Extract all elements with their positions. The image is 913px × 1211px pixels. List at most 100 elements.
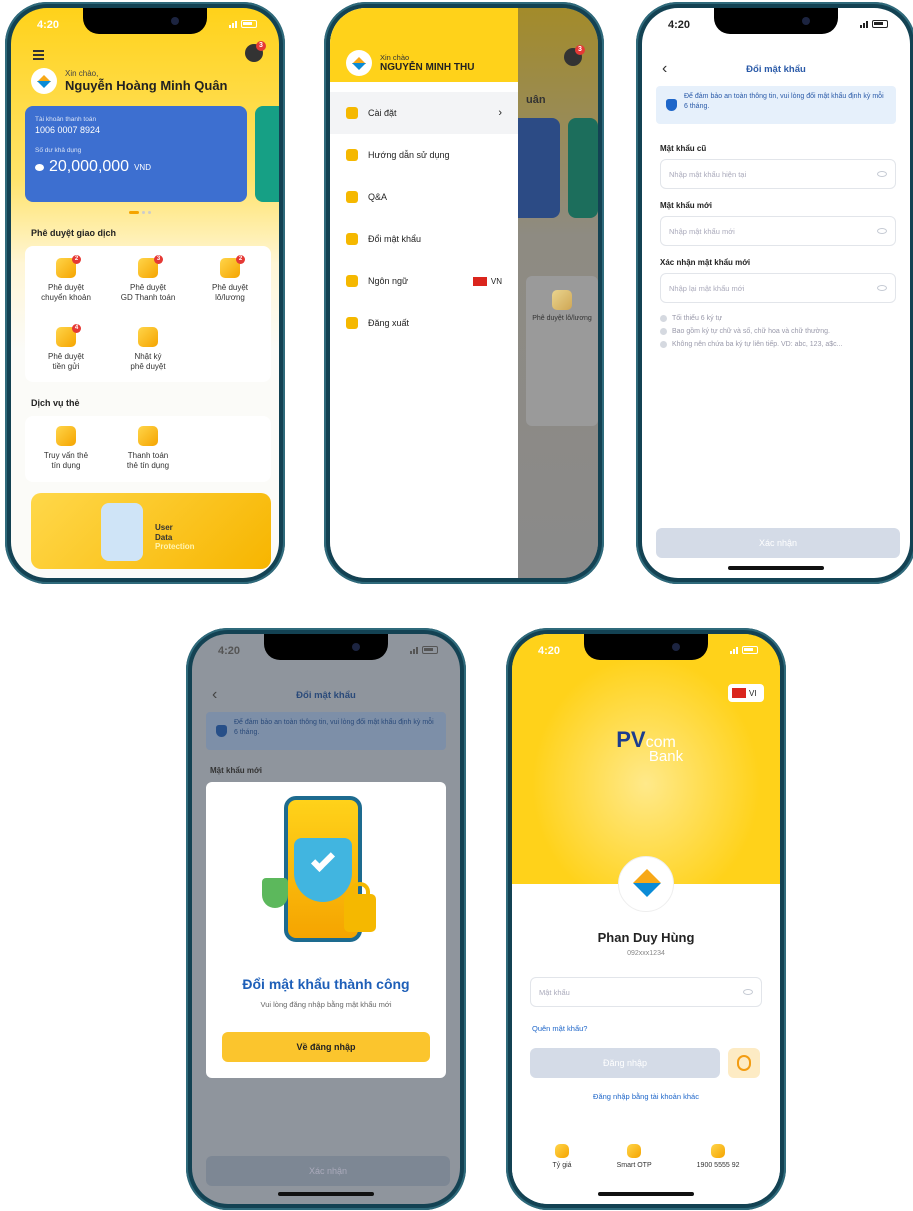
other-account-link[interactable]: Đăng nhập bằng tài khoản khác (512, 1092, 780, 1101)
confirm-password-label: Xác nhận mật khẩu mới (660, 258, 751, 267)
eye-icon[interactable] (35, 163, 44, 171)
card-service-icon (138, 426, 158, 446)
chevron-right-icon: › (498, 107, 502, 119)
approval-tile[interactable]: 2 Phê duyệt chuyển khoản (25, 255, 107, 313)
tile-label-1: Thanh toán (127, 451, 169, 460)
tile-label-2: phê duyệt (130, 362, 166, 371)
tile-label-1: Phê duyệt (211, 283, 249, 292)
notch (714, 8, 838, 34)
approval-icon: 2 (56, 255, 81, 278)
footer-item[interactable]: Smart OTP (617, 1144, 652, 1171)
card-service-tile[interactable]: Thanh toán thẻ tín dụng (107, 426, 189, 482)
tile-label-2: tín dụng (51, 461, 81, 470)
approval-grid: 2 Phê duyệt chuyển khoản 3 Phê duyệt GD Thanh… (25, 246, 271, 382)
badge: 3 (154, 255, 163, 264)
status-icons (860, 20, 888, 28)
status-icons (730, 646, 758, 654)
book-icon (346, 149, 358, 161)
menu-item[interactable]: Hướng dẫn sử dụng (330, 134, 518, 176)
tile-label-1: Phê duyệt (129, 283, 167, 292)
shield-icon (666, 99, 677, 111)
tile-label-1: Truy vấn thẻ (43, 451, 89, 460)
notice-text: Để đảm bảo an toàn thông tin, vui lòng đ… (684, 93, 884, 110)
rule-text: Tối thiểu 6 ký tự (672, 315, 723, 322)
tile-label-2: tiền gửi (52, 362, 80, 371)
rule-text: Bao gồm ký tự chữ và số, chữ hoa và chữ … (672, 328, 830, 335)
tile-label-2: GD Thanh toán (120, 293, 176, 302)
shield-check-icon (294, 838, 352, 902)
user-name: Phan Duy Hùng (597, 930, 695, 945)
phone-success: 4:20 ‹ Đổi mật khẩu Để đảm bảo an toàn t… (186, 628, 466, 1210)
menu-item-label: Hướng dẫn sử dụng (368, 150, 450, 160)
eye-icon[interactable] (877, 171, 887, 177)
shield-icon (216, 725, 227, 737)
menu-item[interactable]: Đổi mật khẩu (330, 218, 518, 260)
success-dialog: Đổi mật khẩu thành công Vui lòng đăng nh… (206, 782, 446, 1078)
menu-item[interactable]: Q&A (330, 176, 518, 218)
password-rule: Tối thiểu 6 ký tự (660, 315, 896, 322)
account-number: 1006 0007 8924 (35, 125, 101, 135)
tile-label-1: Phê duyệt (47, 283, 85, 292)
account-card-next[interactable] (255, 106, 279, 202)
eye-icon[interactable] (877, 285, 887, 291)
eye-icon[interactable] (743, 989, 753, 995)
approval-tile[interactable]: 2 Phê duyệt lô/lương (189, 255, 271, 313)
footer-label: 1900 5555 92 (696, 1162, 740, 1169)
banner-text-1: User (155, 523, 173, 532)
tile-label-1: Phê duyệt (47, 352, 85, 361)
vietnam-flag-icon (732, 688, 746, 698)
language-selector[interactable]: VI (728, 684, 764, 702)
forgot-password-link[interactable]: Quên mật khẩu? (532, 1024, 587, 1033)
back-to-login-button[interactable]: Về đăng nhập (222, 1032, 430, 1062)
globe-icon (346, 275, 358, 287)
menu-item[interactable]: Cài đặt › (330, 92, 518, 134)
approval-tile[interactable]: Nhật ký phê duyệt (107, 327, 189, 382)
approval-tile[interactable]: 4 Phê duyệt tiền gửi (25, 324, 107, 382)
banner-illustration (101, 503, 143, 561)
fingerprint-button[interactable] (728, 1048, 760, 1078)
status-icons (410, 646, 438, 654)
old-password-input[interactable]: Nhập mật khẩu hiện tại (660, 159, 896, 189)
peek-tile: Phê duyệt lô/lương (526, 276, 598, 426)
card-service-tile[interactable]: Truy vấn thẻ tín dụng (25, 426, 107, 482)
home-indicator (598, 1192, 694, 1196)
rule-text: Không nên chứa ba ký tự liên tiếp. VD: a… (672, 341, 843, 348)
status-icons (229, 20, 257, 28)
menu-item[interactable]: Đăng xuất (330, 302, 518, 344)
account-card[interactable]: Tài khoản thanh toán 1006 0007 8924 Số d… (25, 106, 247, 202)
password-rule: Không nên chứa ba ký tự liên tiếp. VD: a… (660, 341, 896, 348)
footer-item[interactable]: Tỷ giá (553, 1144, 572, 1171)
language-selector[interactable]: VN (472, 276, 502, 286)
tile-label-1: Nhật ký (134, 352, 162, 361)
hamburger-icon[interactable] (33, 50, 44, 60)
drawer-greeting: Xin chào (380, 53, 410, 62)
old-password-placeholder: Nhập mật khẩu hiện tại (669, 169, 747, 179)
approval-tile[interactable]: 3 Phê duyệt GD Thanh toán (107, 255, 189, 313)
badge: 2 (236, 255, 245, 264)
menu-item-label: Ngôn ngữ (368, 276, 409, 286)
submit-button: Xác nhận (206, 1156, 450, 1186)
login-button[interactable]: Đăng nhập (530, 1048, 720, 1078)
new-password-input[interactable]: Nhập mật khẩu mới (660, 216, 896, 246)
peek-tile-label: Phê duyệt lô/lương (532, 315, 592, 322)
data-protection-banner[interactable]: User Data Protection (31, 493, 271, 569)
greeting: Xin chào, (65, 69, 99, 78)
menu-item[interactable]: Ngôn ngữ VN (330, 260, 518, 302)
approval-section-title: Phê duyệt giao dịch (31, 228, 117, 238)
brand-pv: PV (616, 727, 646, 752)
password-input[interactable]: Mật khẩu (530, 977, 762, 1007)
account-label: Tài khoản thanh toán (35, 116, 97, 123)
menu-item-label: Cài đặt (368, 108, 397, 118)
eye-icon[interactable] (877, 228, 887, 234)
card-section-title: Dịch vụ thẻ (31, 398, 80, 408)
card-services: Truy vấn thẻ tín dụng Thanh toán thẻ tín dụ… (25, 416, 271, 482)
menu-item-label: Q&A (368, 192, 388, 202)
footer-item[interactable]: 1900 5555 92 (696, 1144, 740, 1171)
confirm-password-input[interactable]: Nhập lại mật khẩu mới (660, 273, 896, 303)
banner-text-2: Data (155, 532, 173, 542)
submit-button[interactable]: Xác nhận (656, 528, 900, 558)
bell-icon[interactable]: 3 (564, 45, 585, 66)
bell-icon[interactable]: 3 (245, 41, 266, 62)
rule-check-icon (660, 315, 667, 322)
notch (83, 8, 207, 34)
